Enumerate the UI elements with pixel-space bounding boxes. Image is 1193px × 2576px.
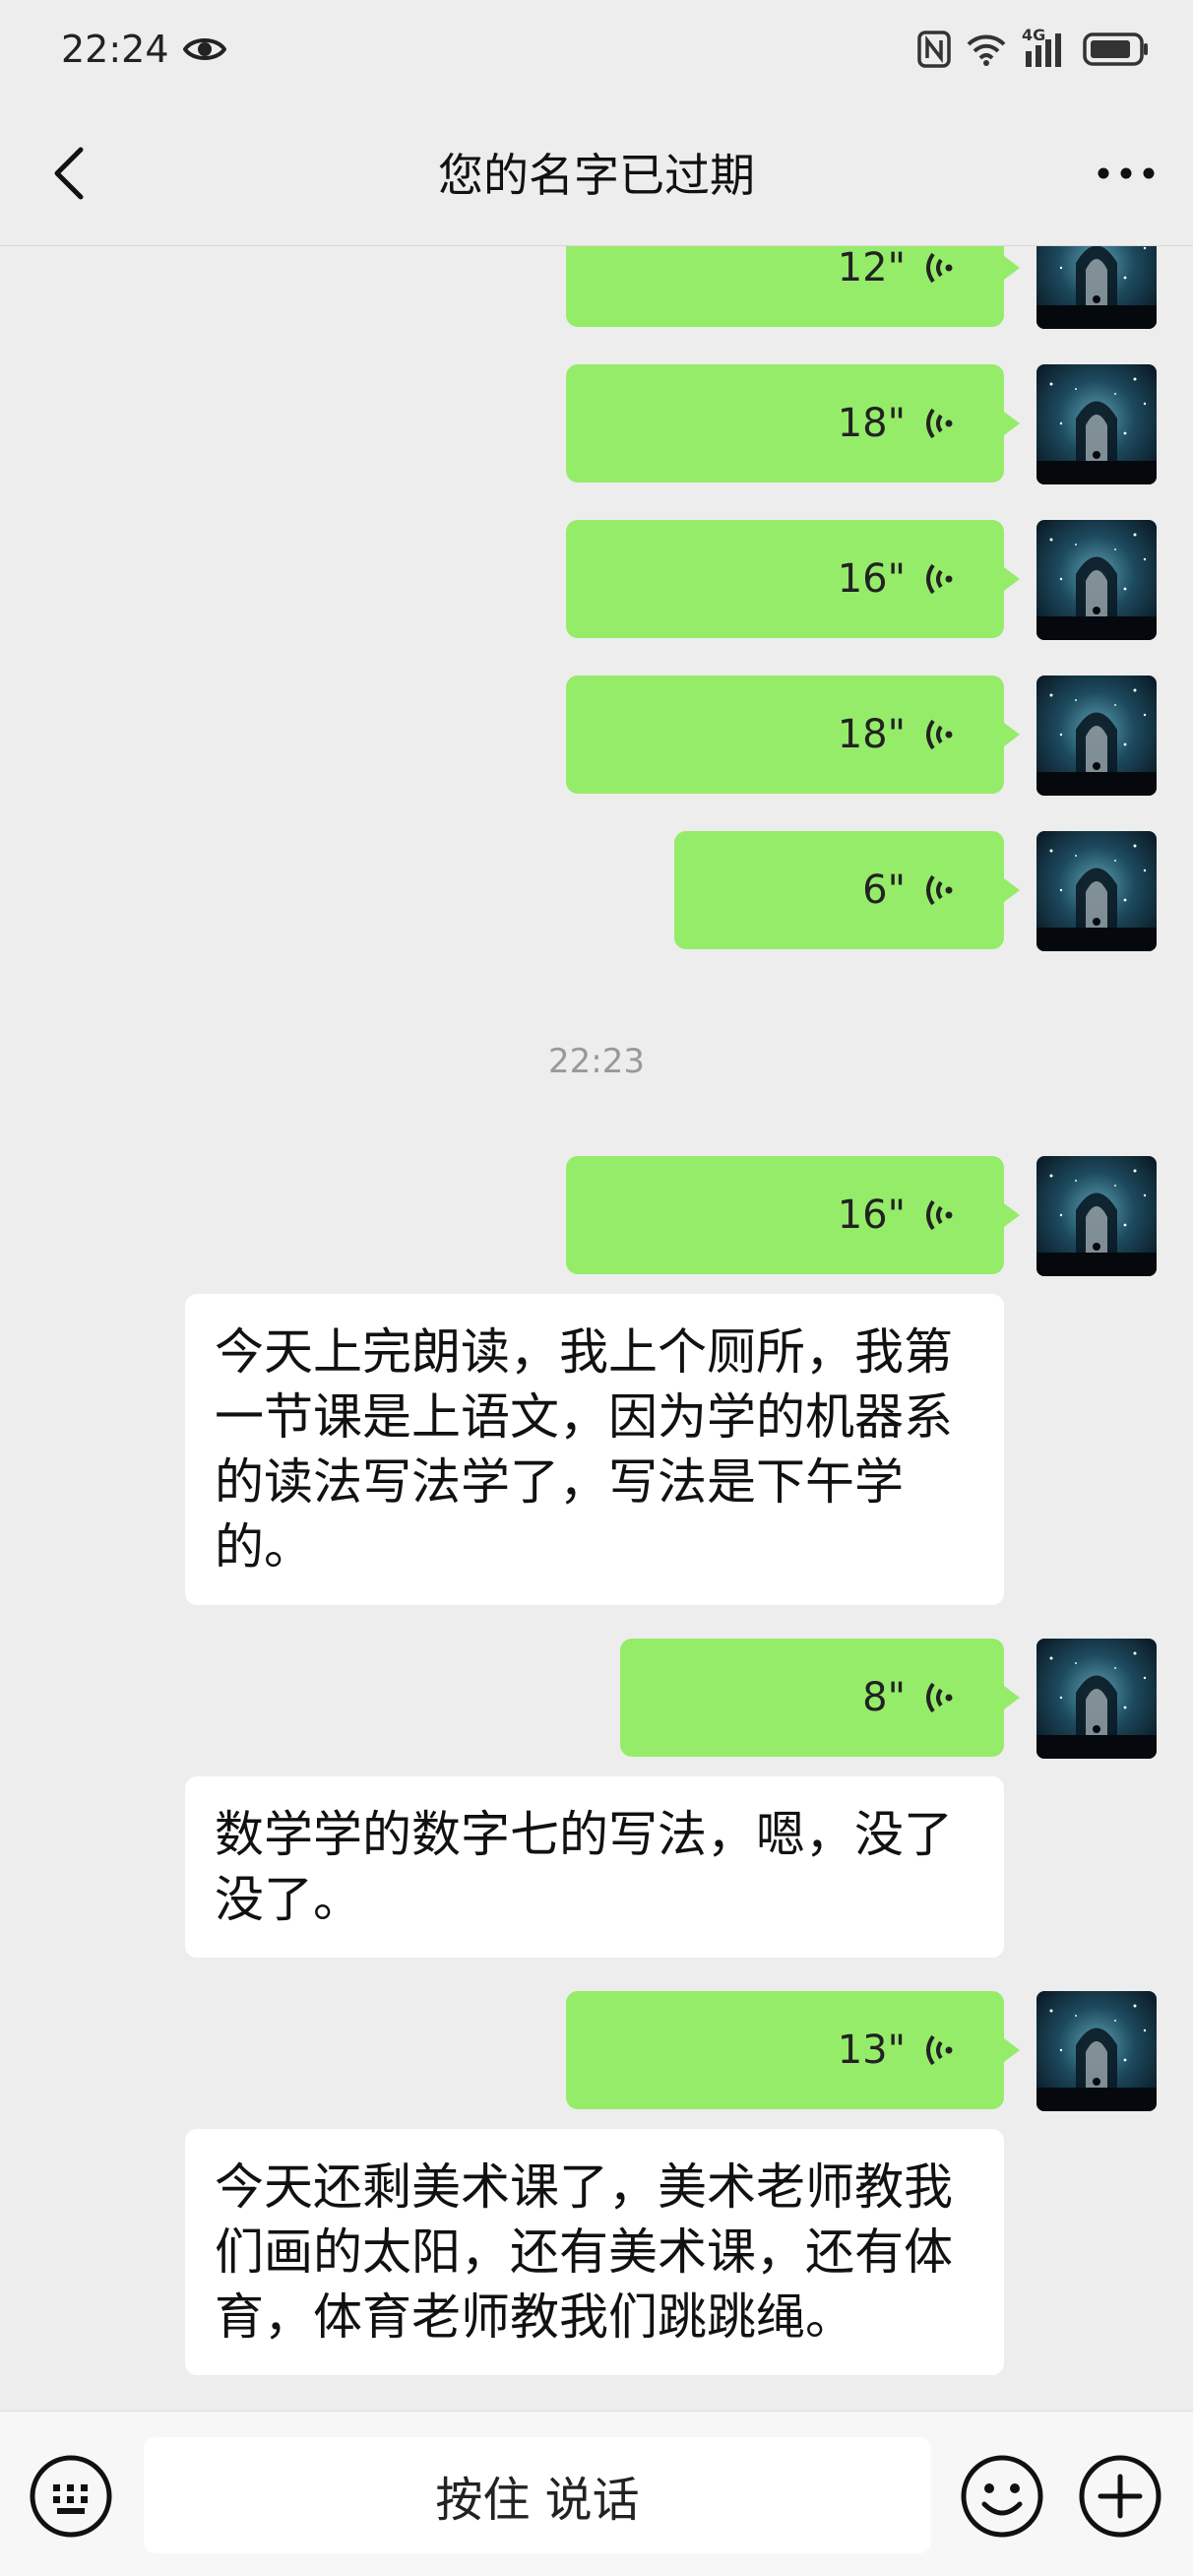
voice-wave-icon (926, 252, 953, 284)
voice-transcription[interactable]: 数学学的数字七的写法，嗯，没了没了。 (185, 1776, 1004, 1958)
time-separator: 22:23 (548, 1042, 645, 1081)
nfc-icon (917, 31, 951, 68)
voice-message[interactable]: 12" (566, 246, 1020, 327)
chat-title: 您的名字已过期 (438, 149, 755, 202)
voice-duration: 13" (837, 2028, 906, 2073)
voice-message[interactable]: 13" (566, 1991, 1020, 2109)
voice-message[interactable]: 6" (674, 831, 1020, 949)
voice-transcription[interactable]: 今天还剩美术课了，美术老师教我们画的太阳，还有美术课，还有体育，体育老师教我们跳… (185, 2129, 1004, 2375)
voice-wave-icon (926, 408, 953, 439)
back-button[interactable] (30, 134, 108, 213)
voice-duration: 16" (837, 1192, 906, 1238)
voice-wave-icon (926, 719, 953, 750)
nav-bar: 您的名字已过期 (0, 98, 1193, 246)
keyboard-toggle-button[interactable] (28, 2453, 114, 2540)
voice-duration: 18" (837, 712, 906, 757)
4g-signal-icon: 4G (1022, 26, 1067, 69)
avatar[interactable] (1036, 520, 1157, 640)
avatar[interactable] (1036, 364, 1157, 484)
avatar[interactable] (1036, 676, 1157, 796)
emoji-icon (961, 2455, 1043, 2538)
voice-duration: 6" (862, 868, 906, 913)
status-bar: 22:24 4G (0, 0, 1193, 98)
voice-wave-icon (926, 1199, 953, 1231)
voice-wave-icon (926, 1682, 953, 1713)
voice-message[interactable]: 16" (566, 520, 1020, 638)
battery-icon (1083, 32, 1148, 66)
avatar[interactable] (1036, 1639, 1157, 1759)
plus-circle-icon (1079, 2455, 1162, 2538)
avatar[interactable] (1036, 1156, 1157, 1276)
avatar[interactable] (1036, 1991, 1157, 2111)
voice-duration: 8" (862, 1675, 906, 1720)
voice-message[interactable]: 8" (620, 1639, 1020, 1757)
avatar[interactable] (1036, 246, 1157, 329)
more-button[interactable] (1087, 134, 1165, 213)
voice-message[interactable]: 18" (566, 364, 1020, 483)
status-left: 22:24 (61, 28, 226, 71)
eye-icon (182, 38, 226, 60)
avatar[interactable] (1036, 831, 1157, 951)
wifi-icon (967, 34, 1006, 66)
voice-duration: 12" (837, 246, 906, 290)
voice-wave-icon (926, 2034, 953, 2066)
chat-area[interactable]: 12" 18" 16" 18" 6" 22:23 16" 今天上完朗读，我上个厕… (0, 246, 1193, 2411)
voice-transcription[interactable]: 今天上完朗读，我上个厕所，我第一节课是上语文，因为学的机器系的读法写法学了，写法… (185, 1294, 1004, 1605)
status-time: 22:24 (61, 28, 169, 71)
hold-to-talk-button[interactable]: 按住 说话 (144, 2437, 931, 2553)
more-dots-icon (1098, 167, 1155, 179)
input-bar: 按住 说话 (0, 2411, 1193, 2576)
voice-duration: 18" (837, 401, 906, 446)
voice-wave-icon (926, 874, 953, 906)
more-functions-button[interactable] (1077, 2453, 1163, 2540)
voice-wave-icon (926, 563, 953, 595)
chevron-left-icon (54, 147, 84, 200)
voice-message[interactable]: 16" (566, 1156, 1020, 1274)
emoji-button[interactable] (959, 2453, 1045, 2540)
keyboard-icon (30, 2455, 112, 2538)
voice-duration: 16" (837, 556, 906, 602)
status-right: 4G (917, 26, 1150, 69)
voice-message[interactable]: 18" (566, 676, 1020, 794)
